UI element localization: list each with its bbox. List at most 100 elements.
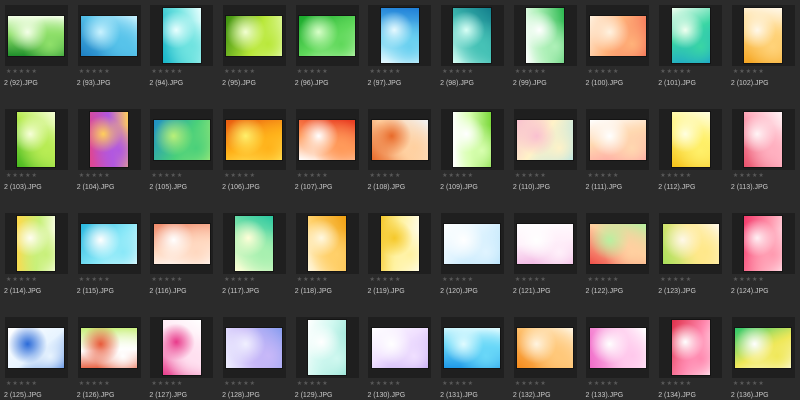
thumbnail-item[interactable]: ★★★★★ 2 (92).JPG [0, 0, 73, 104]
thumbnail-item[interactable]: ★★★★★ 2 (96).JPG [291, 0, 364, 104]
rating-stars[interactable]: ★★★★★ [297, 381, 329, 387]
thumbnail-item[interactable]: ★★★★★ 2 (98).JPG [436, 0, 509, 104]
rating-stars[interactable]: ★★★★★ [733, 69, 765, 75]
thumbnail-frame[interactable] [440, 109, 504, 170]
thumbnail-image[interactable] [380, 216, 419, 271]
rating-stars[interactable]: ★★★★★ [151, 69, 183, 75]
thumbnail-item[interactable]: ★★★★★ 2 (102).JPG [727, 0, 800, 104]
rating-stars[interactable]: ★★★★★ [369, 173, 401, 179]
thumbnail-frame[interactable] [586, 5, 650, 66]
thumbnail-frame[interactable] [295, 213, 359, 274]
thumbnail-image[interactable] [153, 119, 210, 160]
thumbnail-frame[interactable] [150, 213, 214, 274]
thumbnail-item[interactable]: ★★★★★ 2 (123).JPG [654, 208, 727, 312]
thumbnail-image[interactable] [235, 216, 274, 271]
rating-stars[interactable]: ★★★★★ [151, 173, 183, 179]
thumbnail-item[interactable]: ★★★★★ 2 (101).JPG [654, 0, 727, 104]
rating-stars[interactable]: ★★★★★ [369, 381, 401, 387]
thumbnail-frame[interactable] [731, 109, 795, 170]
thumbnail-frame[interactable] [4, 213, 68, 274]
thumbnail-item[interactable]: ★★★★★ 2 (132).JPG [509, 312, 582, 400]
thumbnail-item[interactable]: ★★★★★ 2 (116).JPG [145, 208, 218, 312]
rating-stars[interactable]: ★★★★★ [369, 277, 401, 283]
thumbnail-frame[interactable] [586, 213, 650, 274]
thumbnail-image[interactable] [735, 327, 792, 368]
rating-stars[interactable]: ★★★★★ [151, 381, 183, 387]
thumbnail-frame[interactable] [295, 109, 359, 170]
thumbnail-item[interactable]: ★★★★★ 2 (129).JPG [291, 312, 364, 400]
rating-stars[interactable]: ★★★★★ [515, 277, 547, 283]
rating-stars[interactable]: ★★★★★ [442, 381, 474, 387]
rating-stars[interactable]: ★★★★★ [369, 69, 401, 75]
rating-stars[interactable]: ★★★★★ [224, 173, 256, 179]
rating-stars[interactable]: ★★★★★ [6, 381, 38, 387]
thumbnail-image[interactable] [226, 119, 283, 160]
thumbnail-frame[interactable] [77, 317, 141, 378]
rating-stars[interactable]: ★★★★★ [442, 277, 474, 283]
thumbnail-item[interactable]: ★★★★★ 2 (112).JPG [654, 104, 727, 208]
rating-stars[interactable]: ★★★★★ [297, 277, 329, 283]
thumbnail-image[interactable] [8, 15, 65, 56]
thumbnail-frame[interactable] [368, 317, 432, 378]
thumbnail-image[interactable] [162, 8, 201, 63]
thumbnail-image[interactable] [671, 8, 710, 63]
thumbnail-frame[interactable] [659, 213, 723, 274]
thumbnail-image[interactable] [453, 112, 492, 167]
thumbnail-frame[interactable] [368, 5, 432, 66]
thumbnail-image[interactable] [517, 119, 574, 160]
thumbnail-frame[interactable] [513, 109, 577, 170]
rating-stars[interactable]: ★★★★★ [79, 381, 111, 387]
rating-stars[interactable]: ★★★★★ [588, 173, 620, 179]
thumbnail-frame[interactable] [440, 317, 504, 378]
rating-stars[interactable]: ★★★★★ [6, 173, 38, 179]
thumbnail-frame[interactable] [513, 317, 577, 378]
thumbnail-item[interactable]: ★★★★★ 2 (94).JPG [145, 0, 218, 104]
rating-stars[interactable]: ★★★★★ [660, 173, 692, 179]
thumbnail-image[interactable] [308, 216, 347, 271]
thumbnail-frame[interactable] [77, 5, 141, 66]
thumbnail-frame[interactable] [295, 317, 359, 378]
thumbnail-image[interactable] [299, 15, 356, 56]
thumbnail-image[interactable] [671, 320, 710, 375]
rating-stars[interactable]: ★★★★★ [224, 277, 256, 283]
thumbnail-item[interactable]: ★★★★★ 2 (108).JPG [363, 104, 436, 208]
thumbnail-frame[interactable] [222, 5, 286, 66]
thumbnail-frame[interactable] [368, 109, 432, 170]
thumbnail-frame[interactable] [731, 213, 795, 274]
thumbnail-item[interactable]: ★★★★★ 2 (136).JPG [727, 312, 800, 400]
thumbnail-frame[interactable] [586, 317, 650, 378]
rating-stars[interactable]: ★★★★★ [588, 69, 620, 75]
rating-stars[interactable]: ★★★★★ [79, 173, 111, 179]
thumbnail-item[interactable]: ★★★★★ 2 (100).JPG [582, 0, 655, 104]
thumbnail-image[interactable] [671, 112, 710, 167]
thumbnail-item[interactable]: ★★★★★ 2 (117).JPG [218, 208, 291, 312]
thumbnail-item[interactable]: ★★★★★ 2 (110).JPG [509, 104, 582, 208]
thumbnail-item[interactable]: ★★★★★ 2 (99).JPG [509, 0, 582, 104]
thumbnail-item[interactable]: ★★★★★ 2 (113).JPG [727, 104, 800, 208]
rating-stars[interactable]: ★★★★★ [297, 69, 329, 75]
thumbnail-item[interactable]: ★★★★★ 2 (103).JPG [0, 104, 73, 208]
thumbnail-frame[interactable] [513, 5, 577, 66]
thumbnail-image[interactable] [589, 223, 646, 264]
rating-stars[interactable]: ★★★★★ [660, 69, 692, 75]
thumbnail-frame[interactable] [295, 5, 359, 66]
thumbnail-item[interactable]: ★★★★★ 2 (133).JPG [582, 312, 655, 400]
thumbnail-item[interactable]: ★★★★★ 2 (130).JPG [363, 312, 436, 400]
rating-stars[interactable]: ★★★★★ [515, 381, 547, 387]
thumbnail-image[interactable] [81, 327, 138, 368]
rating-stars[interactable]: ★★★★★ [733, 277, 765, 283]
thumbnail-item[interactable]: ★★★★★ 2 (114).JPG [0, 208, 73, 312]
thumbnail-image[interactable] [81, 223, 138, 264]
rating-stars[interactable]: ★★★★★ [151, 277, 183, 283]
thumbnail-frame[interactable] [659, 317, 723, 378]
rating-stars[interactable]: ★★★★★ [515, 173, 547, 179]
thumbnail-item[interactable]: ★★★★★ 2 (106).JPG [218, 104, 291, 208]
thumbnail-image[interactable] [153, 223, 210, 264]
thumbnail-item[interactable]: ★★★★★ 2 (127).JPG [145, 312, 218, 400]
thumbnail-item[interactable]: ★★★★★ 2 (105).JPG [145, 104, 218, 208]
rating-stars[interactable]: ★★★★★ [79, 69, 111, 75]
thumbnail-image[interactable] [380, 8, 419, 63]
thumbnail-image[interactable] [226, 327, 283, 368]
rating-stars[interactable]: ★★★★★ [224, 381, 256, 387]
thumbnail-image[interactable] [744, 8, 783, 63]
